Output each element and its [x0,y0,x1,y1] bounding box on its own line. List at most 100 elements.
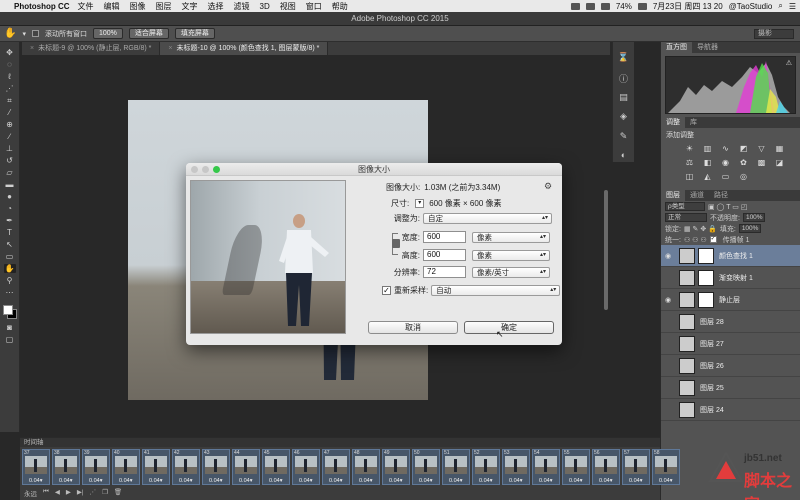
screen-mode-icon[interactable]: ▢ [4,335,16,344]
dodge-tool-icon[interactable]: ◔ [4,204,16,213]
timeline-frame[interactable]: 37 0.04▾ [22,449,50,485]
eyedropper-tool-icon[interactable]: ⁄ [4,108,16,117]
info-panel-icon[interactable]: ⓘ [618,72,630,84]
properties-panel-icon[interactable]: ▤ [618,92,630,104]
hand-tool-icon[interactable]: ✋ [3,264,16,273]
propagate-checkbox[interactable]: ✓ [709,236,717,243]
timeline-frame[interactable]: 52 0.04▾ [472,449,500,485]
zoom-window-button[interactable] [213,166,220,173]
tool-preset-arrow-icon[interactable]: ▾ [22,30,26,38]
layer-row[interactable]: 图层 25 [661,377,800,399]
zoom-100-button[interactable]: 100% [92,28,123,39]
timeline-frame[interactable]: 42 0.04▾ [172,449,200,485]
healing-tool-icon[interactable]: ⊕ [4,120,16,129]
tab-libraries[interactable]: 库 [685,117,702,128]
pen-tool-icon[interactable]: ✒ [4,216,16,225]
height-input[interactable]: 600 [423,249,466,261]
timeline-frame[interactable]: 56 0.04▾ [592,449,620,485]
brush-tool-icon[interactable]: ∕ [4,132,16,141]
play-icon[interactable]: ▶ [66,488,71,498]
resample-checkbox[interactable]: ✓ [382,286,391,295]
tab-paths[interactable]: 路径 [709,190,733,201]
invert-icon[interactable]: ◪ [775,158,784,167]
timeline-frame[interactable]: 45 0.04▾ [262,449,290,485]
menu-view[interactable]: 视图 [280,1,296,12]
frame-duration[interactable]: 0.04▾ [389,478,402,484]
3d-panel-icon[interactable]: ◈ [618,111,630,123]
frame-duration[interactable]: 0.04▾ [509,478,522,484]
quick-mask-icon[interactable]: ◙ [4,323,16,332]
layer-mask-thumbnail[interactable] [698,269,714,286]
stamp-tool-icon[interactable]: ⊥ [4,144,16,153]
dimensions-unit-dropdown[interactable]: ▾ [415,199,425,208]
menu-type[interactable]: 文字 [182,1,198,12]
menu-3d[interactable]: 3D [260,2,270,11]
foreground-color-swatch[interactable] [2,305,13,315]
image-preview[interactable] [190,180,346,334]
tween-icon[interactable]: ⋰ [90,488,97,498]
filter-icons[interactable]: ▣ ◯ T ▭ ◰ [708,203,747,211]
timeline-frame[interactable]: 44 0.04▾ [232,449,260,485]
frame-duration[interactable]: 0.04▾ [659,478,672,484]
tab-doc-9[interactable]: × 未标题-9 @ 100% (静止层, RGB/8) * [22,42,161,55]
frame-duration[interactable]: 0.04▾ [29,478,42,484]
frame-duration[interactable]: 0.04▾ [449,478,462,484]
move-tool-icon[interactable]: ✥ [4,48,16,57]
history-brush-tool-icon[interactable]: ↺ [4,156,16,165]
frame-duration[interactable]: 0.04▾ [89,478,102,484]
timeline-frame[interactable]: 48 0.04▾ [352,449,380,485]
battery-icon[interactable] [637,2,647,10]
fill-input[interactable]: 100% [738,224,761,233]
minimize-window-button[interactable] [202,166,209,173]
curves-icon[interactable]: ∿ [721,144,730,153]
opacity-input[interactable]: 100% [742,213,765,222]
timeline-frame[interactable]: 58 0.04▾ [652,449,680,485]
menu-layer[interactable]: 图层 [156,1,172,12]
frame-duration[interactable]: 0.04▾ [599,478,612,484]
prev-frame-icon[interactable]: ◀ [55,488,60,498]
brightness-icon[interactable]: ☀ [685,144,694,153]
menu-window[interactable]: 窗口 [306,1,322,12]
duplicate-frame-icon[interactable]: ❐ [102,488,108,498]
styles-panel-icon[interactable]: ◐ [618,150,630,162]
close-window-button[interactable] [191,166,198,173]
width-unit-select[interactable]: 像素 ▴▾ [472,231,550,243]
menu-image[interactable]: 图像 [130,1,146,12]
crop-tool-icon[interactable]: ⌗ [4,96,16,105]
blur-tool-icon[interactable]: ● [4,192,16,201]
menu-select[interactable]: 选择 [208,1,224,12]
threshold-icon[interactable]: ◭ [703,172,712,181]
timeline-frame[interactable]: 46 0.04▾ [292,449,320,485]
frame-duration[interactable]: 0.04▾ [209,478,222,484]
timeline-frame[interactable]: 53 0.04▾ [502,449,530,485]
black-white-icon[interactable]: ◧ [703,158,712,167]
selective-color-icon[interactable]: ◎ [739,172,748,181]
color-lookup-icon[interactable]: ▩ [757,158,766,167]
shape-tool-icon[interactable]: ▭ [4,252,16,261]
layer-row[interactable]: ◉ 颜色查找 1 [661,245,800,267]
scroll-all-checkbox[interactable] [31,30,39,37]
eraser-tool-icon[interactable]: ▱ [4,168,16,177]
layer-row[interactable]: 渐变映射 1 [661,267,800,289]
first-frame-icon[interactable]: ⏮ [43,488,49,498]
search-icon[interactable]: ⌕ [778,1,782,11]
cancel-button[interactable]: 取消 [368,321,458,334]
layer-kind-select[interactable]: ρ类型 [665,202,705,211]
ok-button[interactable]: 确定 [464,321,554,334]
resolution-input[interactable]: 72 [423,266,466,278]
layer-mask-thumbnail[interactable] [698,247,714,264]
hand-tool-icon[interactable]: ✋ [4,28,16,39]
frame-duration[interactable]: 0.04▾ [119,478,132,484]
gradient-map-icon[interactable]: ▭ [721,172,730,181]
frame-duration[interactable]: 0.04▾ [569,478,582,484]
timeline-frame[interactable]: 50 0.04▾ [412,449,440,485]
frame-duration[interactable]: 0.04▾ [299,478,312,484]
more-tools-icon[interactable]: ⋯ [4,288,16,297]
layer-row[interactable]: 图层 28 [661,311,800,333]
frame-duration[interactable]: 0.04▾ [149,478,162,484]
timeline-frame[interactable]: 38 0.04▾ [52,449,80,485]
clock[interactable]: 7月23日 周四 13 20 [653,1,723,12]
user-name[interactable]: @TaoStudio [729,2,773,11]
frame-duration[interactable]: 0.04▾ [59,478,72,484]
fill-screen-button[interactable]: 填充屏幕 [174,28,215,39]
